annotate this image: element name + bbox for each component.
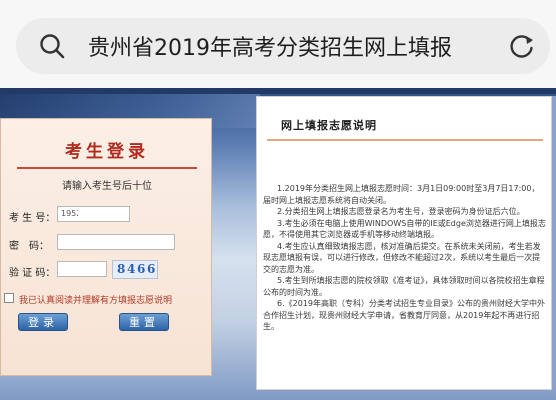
captcha-char: 6	[137, 262, 146, 276]
reset-button[interactable]: 重置	[119, 313, 169, 331]
password-input[interactable]	[57, 234, 175, 250]
instructions-body: 1.2019年分类招生网上填报志愿时间：3月1日09:00时至3月7日17:00…	[263, 183, 547, 333]
login-hint: 请输入考生号后十位	[62, 181, 152, 192]
search-icon[interactable]	[38, 32, 66, 60]
browser-top-bar: 贵州省2019年高考分类招生网上填报	[0, 0, 556, 88]
instruction-item: 6.《2019年高职（专科）分类考试招生专业目录》公布的贵州财经大学中外合作招生…	[263, 299, 545, 331]
instruction-item: 2.分类招生网上填报志愿登录名为考生号，登录密码为身份证后六位。	[277, 207, 525, 216]
login-button[interactable]: 登录	[18, 313, 68, 331]
login-title: 考生登录	[65, 142, 149, 162]
agree-label[interactable]: 我已认真阅读并理解有方填报志愿说明	[19, 293, 172, 306]
address-text[interactable]: 贵州省2019年高考分类招生网上填报	[88, 30, 452, 62]
instruction-item: 4.考生应认真细致填报志愿，核对准确后提交。在系统未关闭前，考生若发现志愿填报有…	[263, 241, 541, 274]
captcha-label: 验 证 码：	[9, 268, 56, 279]
page-edge	[552, 96, 556, 390]
instruction-item: 1.2019年分类招生网上填报志愿时间：3月1日09:00时至3月7日17:00…	[263, 184, 540, 205]
student-id-input[interactable]	[78, 206, 130, 222]
agree-checkbox[interactable]	[4, 293, 14, 303]
instructions-title: 网上填报志愿说明	[281, 119, 377, 132]
login-panel: 考生登录 请输入考生号后十位 考 生 号： 1952 密 码： 验 证 码： 8…	[0, 118, 212, 376]
captcha-char: 8	[117, 262, 126, 276]
captcha-char: 6	[147, 262, 156, 276]
captcha-char: 4	[127, 262, 136, 276]
instructions-header: 网上填报志愿说明	[267, 105, 543, 141]
captcha-image[interactable]: 8 4 6 6	[112, 260, 158, 279]
instructions-panel: 网上填报志愿说明 1.2019年分类招生网上填报志愿时间：3月1日09:00时至…	[256, 96, 552, 390]
instruction-item: 5.考生到所填报志愿的院校领取《准考证》，具体领取时间以各院校招生章程公布的时间…	[263, 276, 545, 297]
captcha-input[interactable]	[57, 261, 107, 277]
student-id-label: 考 生 号：	[9, 213, 56, 224]
header-band	[0, 88, 556, 94]
instruction-item: 3.考生必须在电脑上使用WINDOWS自带的IE或Edge浏览器进行网上填报志愿…	[263, 218, 546, 240]
address-bar[interactable]: 贵州省2019年高考分类招生网上填报	[16, 18, 550, 74]
password-label: 密 码：	[9, 241, 49, 252]
reload-icon[interactable]	[508, 32, 536, 60]
title-divider	[17, 167, 197, 169]
